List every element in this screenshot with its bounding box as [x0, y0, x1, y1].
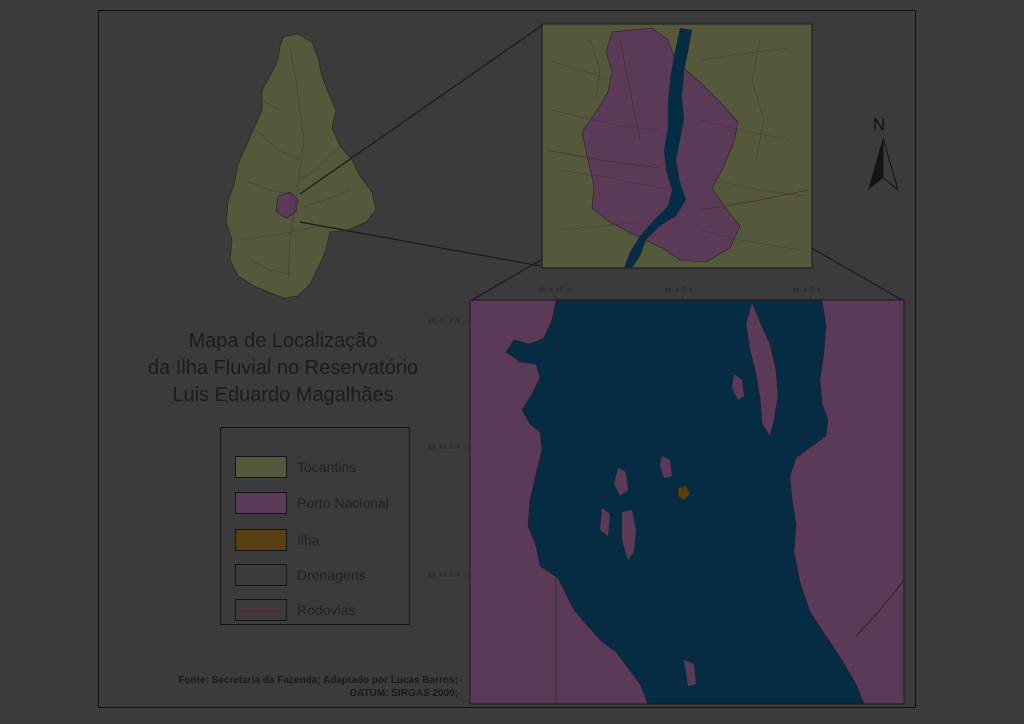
map-title-line-2: da Ilha Fluvial no Reservatório [147, 357, 419, 379]
legend-swatch [235, 529, 287, 551]
legend-label: Drenagens [297, 567, 366, 583]
grid-label-left: 10.41.0.0 [428, 318, 461, 325]
map-title: Mapa de Localização da Ilha Fluvial no R… [98, 328, 468, 418]
grid-label-top: 48.4.5.0 [664, 287, 693, 294]
tocantins-state-shape [225, 33, 377, 299]
legend-label: Ilha [297, 532, 320, 548]
north-label: N [873, 115, 886, 134]
grid-label-top: 48.4.15.0 [538, 287, 571, 294]
map-title-line-3: Luis Eduardo Magalhães [172, 384, 394, 406]
legend-line-sample [238, 610, 284, 611]
source-note: Fonte: Secretaria da Fazenda; Adaptado p… [100, 674, 458, 700]
grid-label-left: 10.43.5.0 [428, 572, 461, 579]
legend-swatch [235, 599, 287, 621]
island-detail-map [466, 296, 905, 705]
source-line-1: Fonte: Secretaria da Fazenda; Adaptado p… [178, 675, 458, 686]
legend-swatch [235, 564, 287, 586]
legend-label: Porto Nacional [297, 495, 389, 511]
legend-item-tocantins: Tocantins [235, 456, 405, 482]
grid-label-top: 48.3.5.0 [792, 287, 821, 294]
legend-item-rodovias: Rodovias [235, 599, 405, 625]
source-line-2: DATUM: SIRGAS 2000; [349, 688, 458, 699]
legend-item-drenagens: Drenagens [235, 564, 405, 590]
legend-label: Tocantins [297, 459, 357, 475]
legend: Tocantins Porto Nacional Ilha Drenagens … [220, 427, 410, 625]
porto-nacional-inset-map [541, 23, 813, 269]
tocantins-state-map [225, 33, 377, 299]
grid-label-left: 10.42.5.0 [428, 444, 461, 451]
legend-label: Rodovias [297, 602, 356, 618]
legend-item-ilha: Ilha [235, 529, 405, 555]
legend-item-porto-nacional: Porto Nacional [235, 492, 405, 518]
legend-swatch [235, 456, 287, 478]
legend-line-sample [238, 575, 284, 576]
legend-swatch [235, 492, 287, 514]
north-arrow-icon [868, 137, 899, 192]
map-title-line-1: Mapa de Localização [188, 330, 378, 352]
